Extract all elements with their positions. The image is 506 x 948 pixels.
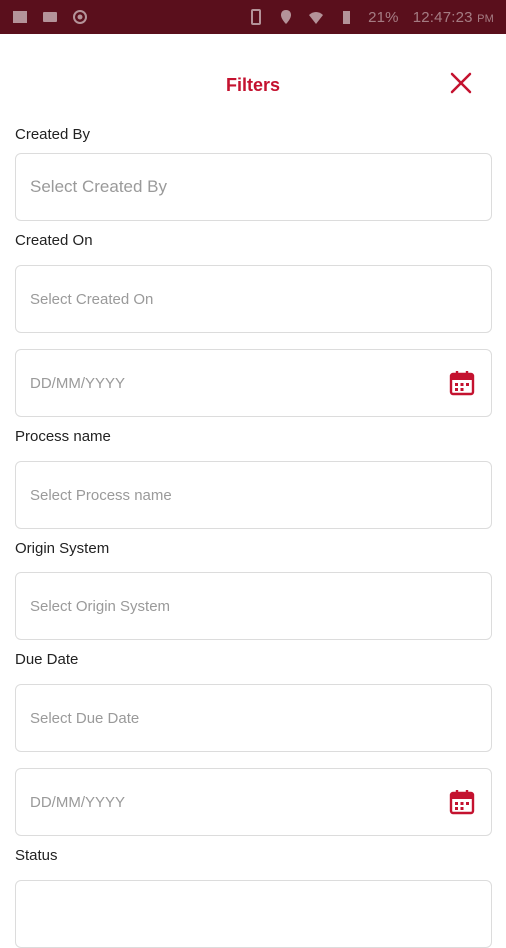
created-on-select[interactable]: Select Created On — [15, 265, 492, 333]
record-icon — [72, 9, 88, 25]
close-button[interactable] — [448, 70, 474, 96]
created-by-placeholder: Select Created By — [30, 177, 168, 196]
status-bar: 21% 12:47:23 PM — [0, 0, 506, 34]
due-date-date-placeholder: DD/MM/YYYY — [30, 793, 126, 811]
created-by-select[interactable]: Select Created By — [15, 153, 492, 221]
origin-system-label: Origin System — [15, 540, 110, 557]
wifi-icon — [308, 9, 324, 25]
calendar-icon[interactable] — [449, 370, 475, 396]
close-icon — [450, 72, 472, 94]
sd-card-icon — [42, 9, 58, 25]
process-name-label: Process name — [15, 428, 111, 445]
clock-ampm: PM — [477, 12, 494, 25]
origin-system-select[interactable]: Select Origin System — [15, 572, 492, 640]
due-date-label: Due Date — [15, 651, 79, 668]
due-date-select[interactable]: Select Due Date — [15, 684, 492, 752]
calendar-icon[interactable] — [449, 789, 475, 815]
created-by-label: Created By — [15, 126, 91, 143]
status-select[interactable] — [15, 880, 492, 948]
gallery-icon — [12, 9, 28, 25]
clock: 12:47:23 PM — [413, 9, 494, 26]
created-on-placeholder: Select Created On — [30, 290, 154, 308]
filters-header: Filters — [0, 34, 506, 124]
due-date-placeholder: Select Due Date — [30, 709, 140, 727]
created-on-label: Created On — [15, 232, 93, 249]
process-name-placeholder: Select Process name — [30, 486, 172, 504]
location-icon — [278, 9, 294, 25]
phone-icon — [248, 9, 264, 25]
clock-time: 12:47:23 — [412, 8, 473, 26]
created-on-date-placeholder: DD/MM/YYYY — [30, 374, 126, 392]
origin-system-placeholder: Select Origin System — [30, 597, 171, 615]
due-date-date-input[interactable]: DD/MM/YYYY — [15, 768, 492, 836]
process-name-select[interactable]: Select Process name — [15, 461, 492, 529]
battery-percent: 21% — [368, 8, 399, 26]
page-title: Filters — [225, 75, 281, 95]
created-on-date-input[interactable]: DD/MM/YYYY — [15, 349, 492, 417]
status-label: Status — [15, 847, 58, 864]
battery-icon — [338, 9, 354, 25]
